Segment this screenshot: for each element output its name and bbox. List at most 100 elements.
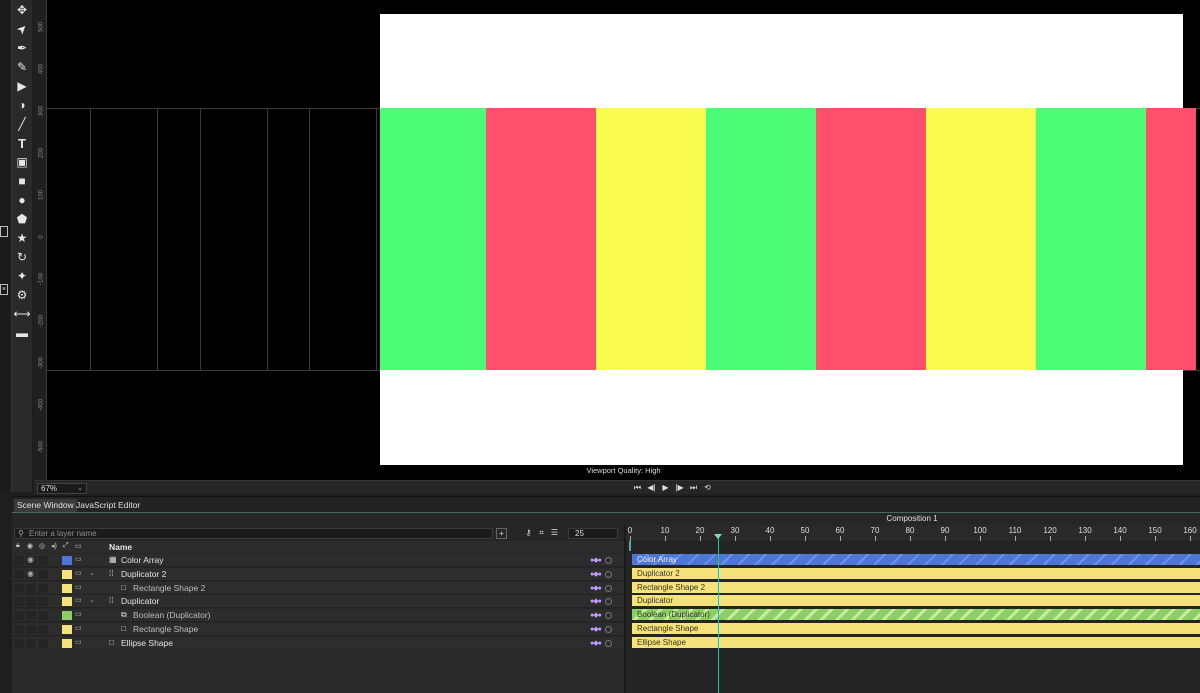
rectangle-copy-yellow[interactable] [926,108,1036,370]
layer-color-chip[interactable] [62,597,72,607]
snap-icon[interactable]: ⌗ [536,528,547,539]
lock-toggle[interactable] [14,597,24,607]
camera-toggle-icon[interactable]: ▭ [75,583,82,591]
solo-toggle[interactable] [38,611,48,621]
resize-icon[interactable]: ⟷ [12,305,32,323]
star-icon[interactable]: ★ [12,229,32,247]
solo-toggle[interactable] [38,569,48,579]
keyframe-dots-icon[interactable]: ●◆● [590,556,602,564]
layer-color-chip[interactable] [62,611,72,621]
bar-icon[interactable]: ▬ [12,324,32,342]
rectangle-copy-green[interactable] [380,108,486,370]
playhead-handle[interactable] [713,534,722,539]
layer-state-icon[interactable] [605,557,612,564]
layer-state-icon[interactable] [605,612,612,620]
rectangle-copy-red[interactable] [816,108,926,370]
sparkle-icon[interactable]: ✦ [12,267,32,285]
camera-icon[interactable]: ▶ [12,77,32,95]
keyframe-dots-icon[interactable]: ●◆● [590,597,602,605]
camera-toggle-icon[interactable]: ▭ [75,610,82,618]
text-icon[interactable]: T [12,134,32,152]
spiral-icon[interactable]: ↻ [12,248,32,266]
zoom-select[interactable]: 67% ⌄ [37,483,87,494]
viewport[interactable]: Viewport Quality: High [47,0,1200,480]
lock-toggle[interactable] [14,556,24,565]
layer-color-chip[interactable] [62,583,72,593]
layer-row[interactable]: ▭ □ Ellipse Shape ●◆● [12,636,624,650]
layer-color-chip[interactable] [62,638,72,648]
loop-icon[interactable]: ⟲ [702,483,713,493]
work-area-start[interactable] [629,541,631,551]
keyframe-dots-icon[interactable]: ●◆● [590,611,602,619]
layer-color-chip[interactable] [62,556,72,565]
layer-state-icon[interactable] [605,639,612,647]
close-icon[interactable]: × [0,284,8,295]
keyframe-dots-icon[interactable]: ●◆● [590,570,602,578]
panel-edge-marker[interactable] [0,226,8,237]
sliders-icon[interactable]: ☰ [549,528,560,539]
polygon-icon[interactable]: ⬟ [12,210,32,228]
audio-icon[interactable]: ◂) [51,542,57,550]
tab-scene-window[interactable]: Scene Window [14,499,77,512]
skip-end-icon[interactable]: ⏭ [688,483,699,493]
gear-icon[interactable]: ⚙ [12,286,32,304]
camera-toggle-icon[interactable]: ▭ [75,596,82,604]
keyframe-dots-icon[interactable]: ●◆● [590,584,602,592]
solo-toggle[interactable] [38,625,48,634]
solo-toggle[interactable] [38,583,48,593]
rectangle-copy-green[interactable] [706,108,816,370]
visibility-toggle[interactable] [26,583,36,593]
visibility-toggle[interactable] [26,638,36,648]
layer-color-chip[interactable] [62,625,72,634]
eye-icon[interactable]: ◉ [27,555,34,564]
lock-toggle[interactable] [14,625,24,634]
step-back-icon[interactable]: ◀| [646,483,657,493]
timeline-ruler[interactable]: 0 10 20 30 40 50 60 70 80 90 100 110 120 130 140 150 160 [626,525,1200,541]
visibility-toggle[interactable] [26,625,36,634]
layer-state-icon[interactable] [605,626,612,633]
lock-toggle[interactable] [14,611,24,621]
layer-state-icon[interactable] [605,570,612,578]
add-layer-icon[interactable]: + [496,528,507,539]
timeline[interactable]: 0 10 20 30 40 50 60 70 80 90 100 110 120 130 140 150 160… [626,525,1200,693]
layer-row[interactable]: ▭ ⌄ ⁞⁞ Duplicator ●◆● [12,595,624,609]
camera-toggle-icon[interactable]: ▭ [75,569,82,577]
image-icon[interactable]: ▣ [12,153,32,171]
pencil-icon[interactable]: ✎ [12,58,32,76]
motion-blur-icon[interactable]: ⤢ [63,542,69,550]
layer-search-input[interactable]: ⚲ Enter a layer name [14,528,493,539]
step-forward-icon[interactable]: |▶ [674,483,685,493]
rectangle-copy-yellow[interactable] [596,108,706,370]
solo-toggle[interactable] [38,638,48,648]
ellipse-icon[interactable]: ● [12,191,32,209]
chevron-down-icon[interactable]: ⌄ [89,569,95,577]
eye-icon[interactable]: ◉ [27,569,34,578]
keyframe-dots-icon[interactable]: ●◆● [590,625,602,633]
playhead-line[interactable] [717,534,719,693]
layer-row[interactable]: ▭ □ Rectangle Shape ●◆● [12,623,624,636]
camera-toggle-icon[interactable]: ▭ [75,555,82,563]
layer-row[interactable]: ▭ ⧉ Boolean (Duplicator) ●◆● [12,609,624,623]
lock-toggle[interactable] [14,638,24,648]
tab-javascript-editor[interactable]: JavaScript Editor [73,499,143,512]
layer-state-icon[interactable] [605,584,612,592]
line-icon[interactable]: ╱ [12,115,32,133]
solo-icon[interactable]: ◎ [39,542,45,550]
layer-row[interactable]: ◉ ▭ ▦ Color Array ●◆● [12,554,624,567]
fill-icon[interactable]: ◑ [12,96,32,114]
camera-toggle-icon[interactable]: ▭ [75,624,82,632]
key-icon[interactable]: ⚷ [523,528,534,539]
play-icon[interactable]: ▶ [660,483,671,493]
rectangle-copy-red[interactable] [486,108,596,370]
camera-toggle-icon[interactable]: ▭ [75,542,82,550]
visibility-toggle[interactable] [26,597,36,607]
duplicated-rectangles[interactable] [380,108,1200,370]
visibility-toggle[interactable] [26,611,36,621]
skip-start-icon[interactable]: ⏮ [632,483,643,493]
layer-color-chip[interactable] [62,569,72,579]
camera-toggle-icon[interactable]: ▭ [75,638,82,646]
solo-toggle[interactable] [38,597,48,607]
lock-icon[interactable]: 🔒︎ [16,542,20,550]
rectangle-icon[interactable]: ■ [12,172,32,190]
layer-row[interactable]: ◉ ▭ ⌄ ⁞⁞ Duplicator 2 ●◆● [12,567,624,581]
